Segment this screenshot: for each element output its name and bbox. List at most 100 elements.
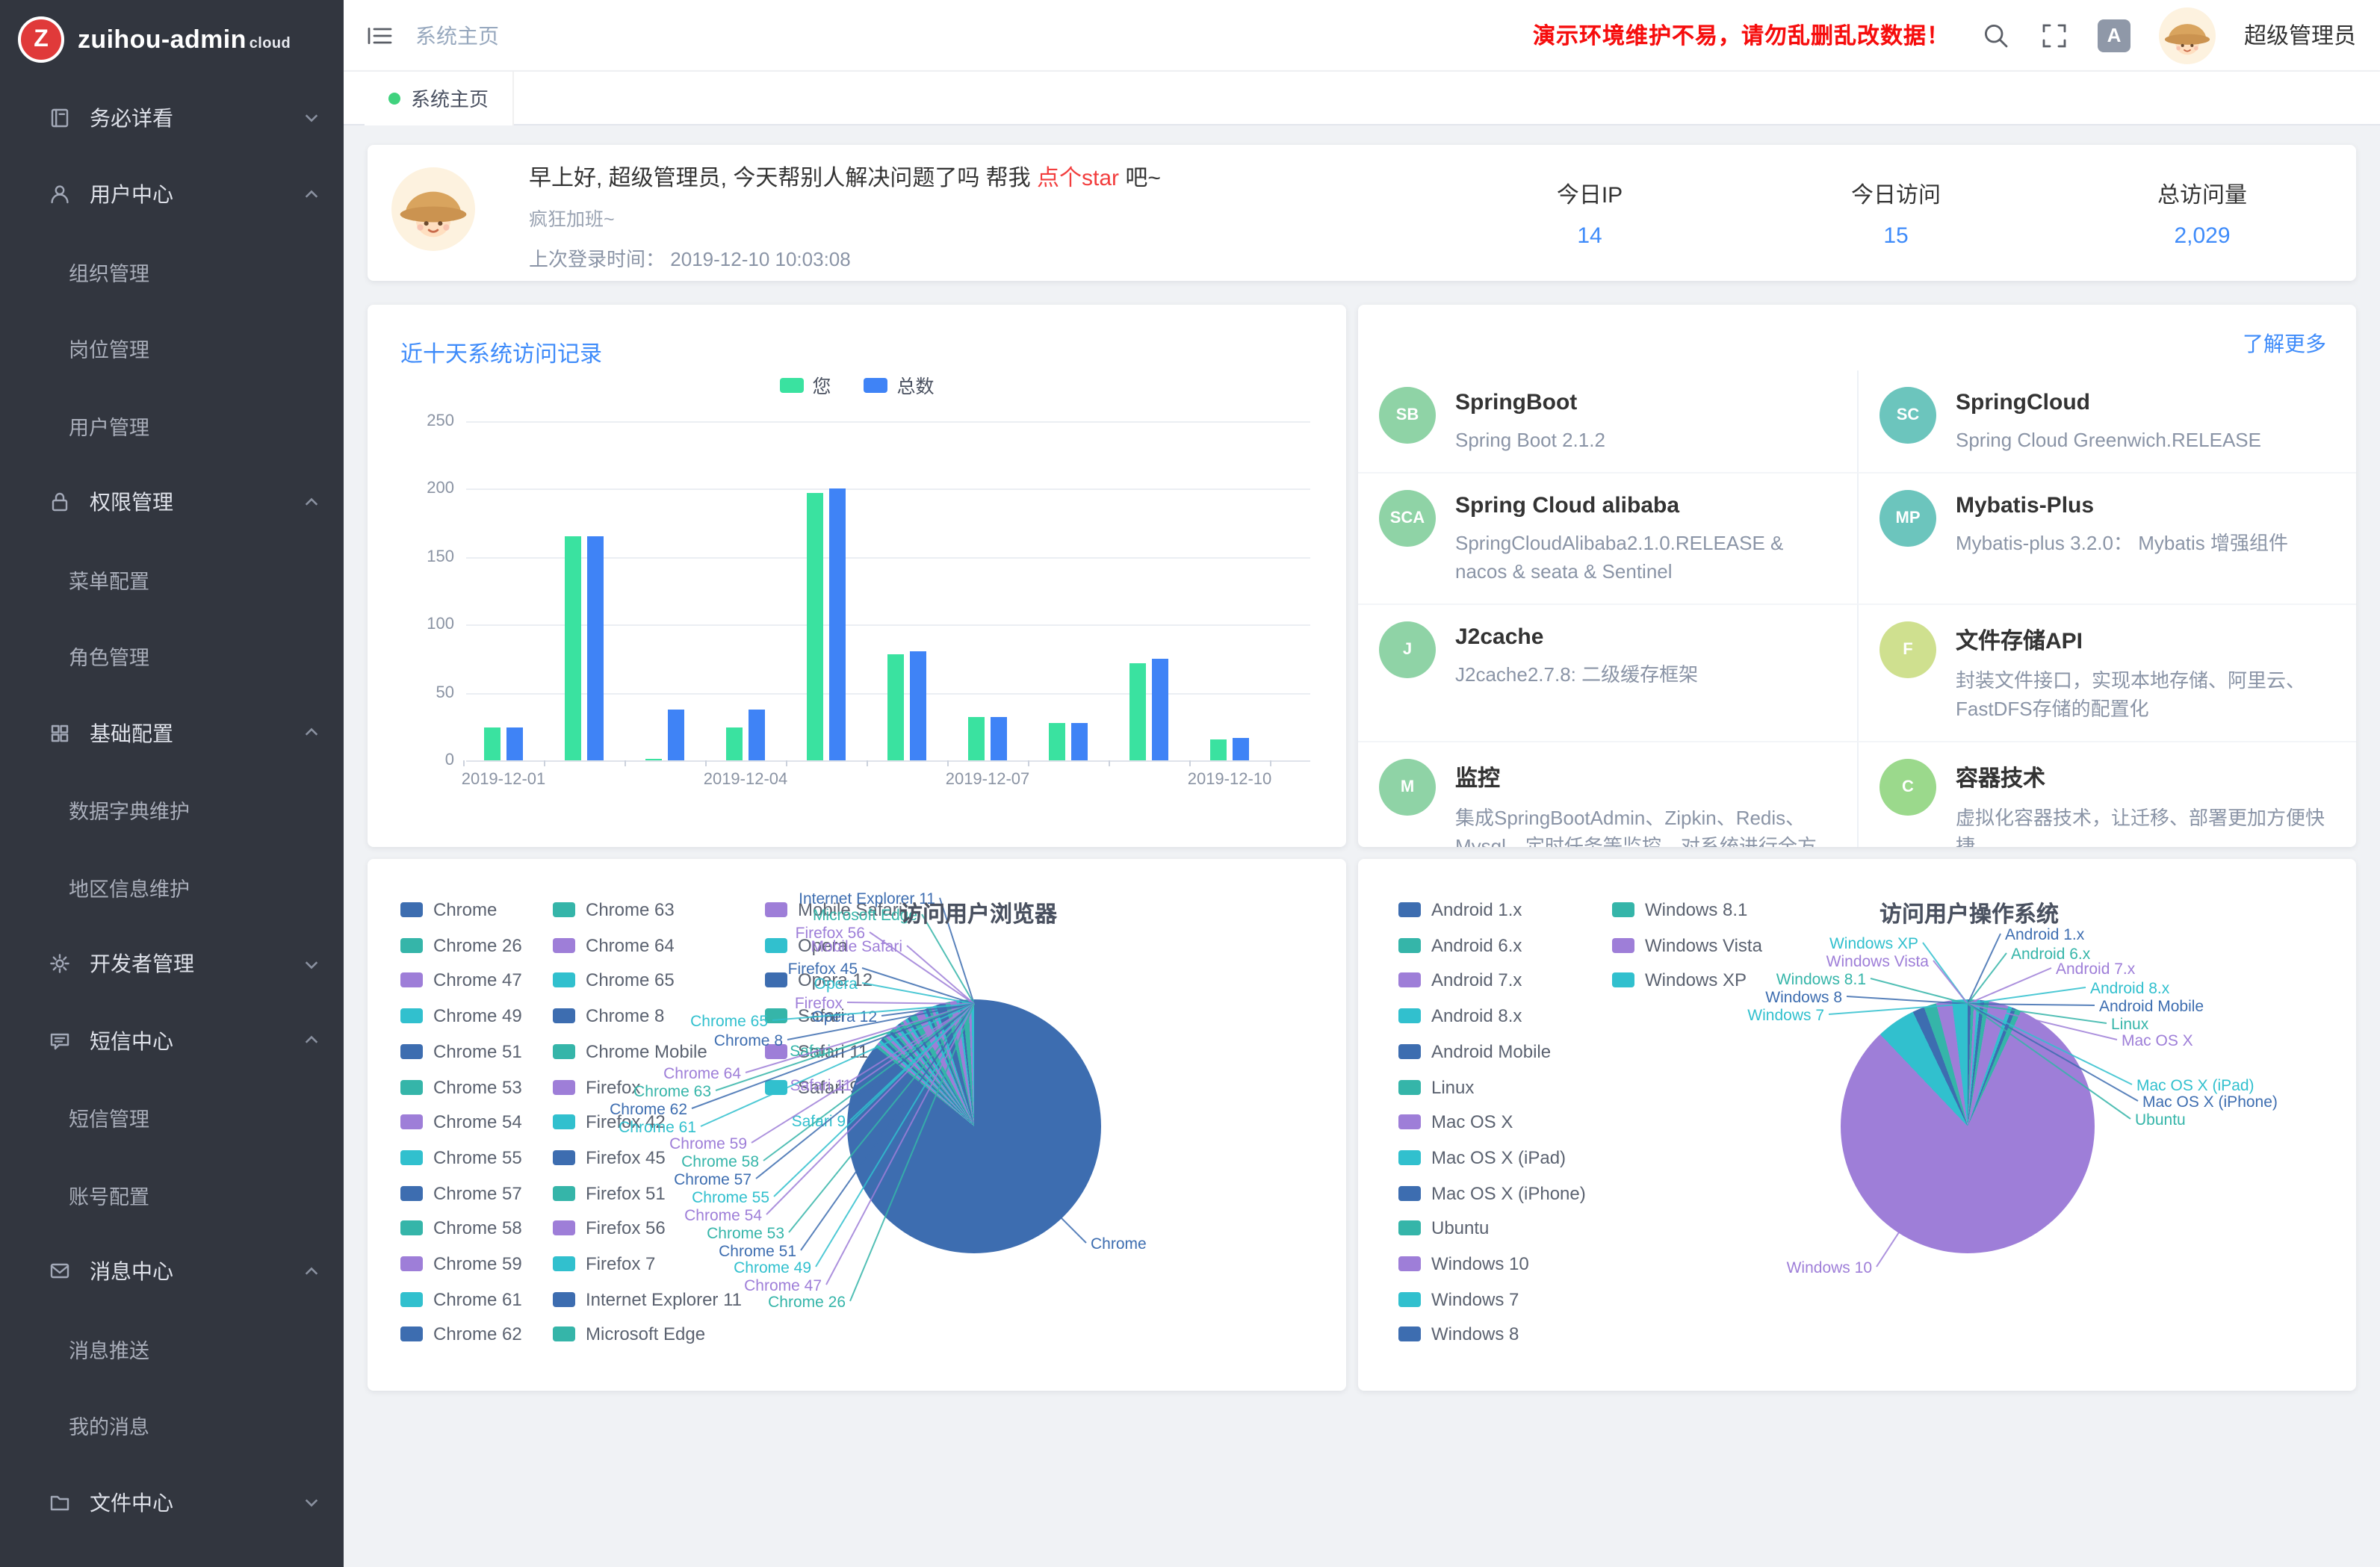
username[interactable]: 超级管理员 [2244,19,2356,51]
legend-item[interactable]: Firefox [553,1078,640,1096]
bar-yours[interactable] [887,654,904,760]
sidebar-item-6[interactable]: 消息中心 [0,1233,344,1310]
legend-item[interactable]: Android 8.x [1398,1007,1522,1025]
fullscreen-icon[interactable] [2039,20,2069,50]
collapse-sidebar-icon[interactable] [365,20,394,50]
sidebar-subitem[interactable]: 数据字典维护 [0,772,344,848]
bar-total[interactable] [587,536,604,760]
sidebar-item-5[interactable]: 短信中心 [0,1002,344,1079]
legend-item[interactable]: Chrome 8 [553,1007,664,1025]
legend-item[interactable]: Mac OS X [1398,1113,1513,1131]
legend-item[interactable]: Mac OS X (iPhone) [1398,1184,1586,1202]
legend-item[interactable]: Chrome 58 [400,1220,522,1238]
bar-total[interactable] [668,709,684,760]
legend-item[interactable]: Chrome 64 [553,936,675,954]
legend-item[interactable]: Windows Vista [1612,936,1762,954]
sidebar-item-4[interactable]: 开发者管理 [0,925,344,1002]
legend-item[interactable]: Chrome Mobile [553,1043,707,1061]
star-link[interactable]: 点个star [1037,166,1119,191]
search-icon[interactable] [1981,20,2011,50]
legend-item[interactable]: Android 7.x [1398,972,1522,990]
sidebar-subitem[interactable]: 我的消息 [0,1387,344,1464]
legend-item[interactable]: Windows 8 [1398,1326,1519,1344]
legend-item[interactable]: Firefox 45 [553,1149,666,1167]
bar-yours[interactable] [968,717,985,760]
legend-item[interactable]: Chrome 63 [553,901,675,919]
bar-yours[interactable] [807,493,823,760]
sidebar-subitem[interactable]: 组织管理 [0,233,344,310]
pie-chart[interactable] [847,999,1101,1253]
legend-item[interactable]: Mac OS X (iPad) [1398,1149,1566,1167]
legend-item[interactable]: Microsoft Edge [553,1326,705,1344]
legend-item[interactable]: Windows 7 [1398,1290,1519,1308]
bar-yours[interactable] [484,727,501,760]
pie-chart[interactable] [1841,999,2095,1253]
legend-item[interactable]: Ubuntu [1398,1220,1489,1238]
learn-more-link[interactable]: 了解更多 [2243,329,2326,359]
legend-item[interactable]: Opera [765,936,848,954]
legend-item[interactable]: Chrome 53 [400,1078,522,1096]
legend-item[interactable]: Android Mobile [1398,1043,1551,1061]
sidebar-subitem[interactable]: 岗位管理 [0,310,344,387]
bar-yours[interactable] [565,536,581,760]
legend-item[interactable]: Chrome [400,901,497,919]
legend-item[interactable]: Chrome 51 [400,1043,522,1061]
legend-item[interactable]: Windows XP [1612,972,1747,990]
bar-total[interactable] [991,717,1007,760]
legend-item[interactable]: Linux [1398,1078,1474,1096]
legend-item[interactable]: Windows 10 [1398,1255,1529,1273]
sidebar-item-1[interactable]: 用户中心 [0,156,344,233]
bar-yours[interactable] [1129,663,1146,760]
legend-item[interactable]: Android 6.x [1398,936,1522,954]
bar-total[interactable] [1152,659,1168,760]
legend-item[interactable]: Chrome 59 [400,1255,522,1273]
bar-yours[interactable] [1210,740,1227,760]
legend-item[interactable]: Safari [765,1007,845,1025]
bar-total[interactable] [749,709,765,760]
sidebar-subitem[interactable]: 用户管理 [0,387,344,464]
bar-yours[interactable] [1049,722,1065,760]
legend-item[interactable]: Firefox 42 [553,1113,666,1131]
bar-total[interactable] [829,489,846,760]
tab-home[interactable]: 系统主页 [365,71,514,125]
bar-total[interactable] [1071,722,1088,760]
legend-item[interactable]: Firefox 7 [553,1255,655,1273]
sidebar-subitem[interactable]: 账号配置 [0,1156,344,1233]
legend-item[interactable]: Safari 9 [765,1078,860,1096]
font-size-icon[interactable]: A [2098,19,2130,52]
bar-chart[interactable]: 0501001502002502019-12-012019-12-042019-… [466,421,1310,760]
bar-total[interactable] [910,652,926,760]
bar-total[interactable] [1233,739,1249,760]
sidebar-subitem[interactable]: 短信管理 [0,1079,344,1156]
legend-item[interactable]: Chrome 57 [400,1184,522,1202]
sidebar-item-0[interactable]: 务必详看 [0,79,344,156]
sidebar-subitem[interactable]: 角色管理 [0,618,344,695]
sidebar-subitem[interactable]: 地区信息维护 [0,848,344,925]
legend-item[interactable]: Internet Explorer 11 [553,1290,742,1308]
sidebar-subitem[interactable]: 消息推送 [0,1310,344,1387]
legend-item[interactable]: Chrome 61 [400,1290,522,1308]
legend-item[interactable]: Chrome 49 [400,1007,522,1025]
legend-item[interactable]: Chrome 54 [400,1113,522,1131]
legend-item[interactable]: Android 1.x [1398,901,1522,919]
bar-yours[interactable] [645,759,662,760]
user-avatar[interactable] [2159,7,2216,63]
legend-item[interactable]: 您 [779,370,831,399]
bar-yours[interactable] [726,727,743,760]
legend-item[interactable]: Chrome 62 [400,1326,522,1344]
legend-item[interactable]: Windows 8.1 [1612,901,1747,919]
legend-item[interactable]: 总数 [864,370,935,399]
legend-item[interactable]: Firefox 51 [553,1184,666,1202]
legend-item[interactable]: Firefox 56 [553,1220,666,1238]
legend-item[interactable]: Chrome 26 [400,936,522,954]
legend-item[interactable]: Chrome 55 [400,1149,522,1167]
bar-total[interactable] [506,727,523,760]
legend-item[interactable]: Safari 11 [765,1043,868,1061]
legend-item[interactable]: Chrome 65 [553,972,675,990]
sidebar-item-3[interactable]: 基础配置 [0,695,344,772]
legend-item[interactable]: Chrome 47 [400,972,522,990]
sidebar-subitem[interactable]: 菜单配置 [0,541,344,618]
sidebar-item-2[interactable]: 权限管理 [0,464,344,541]
legend-item[interactable]: Opera 12 [765,972,873,990]
sidebar-item-7[interactable]: 文件中心 [0,1464,344,1541]
